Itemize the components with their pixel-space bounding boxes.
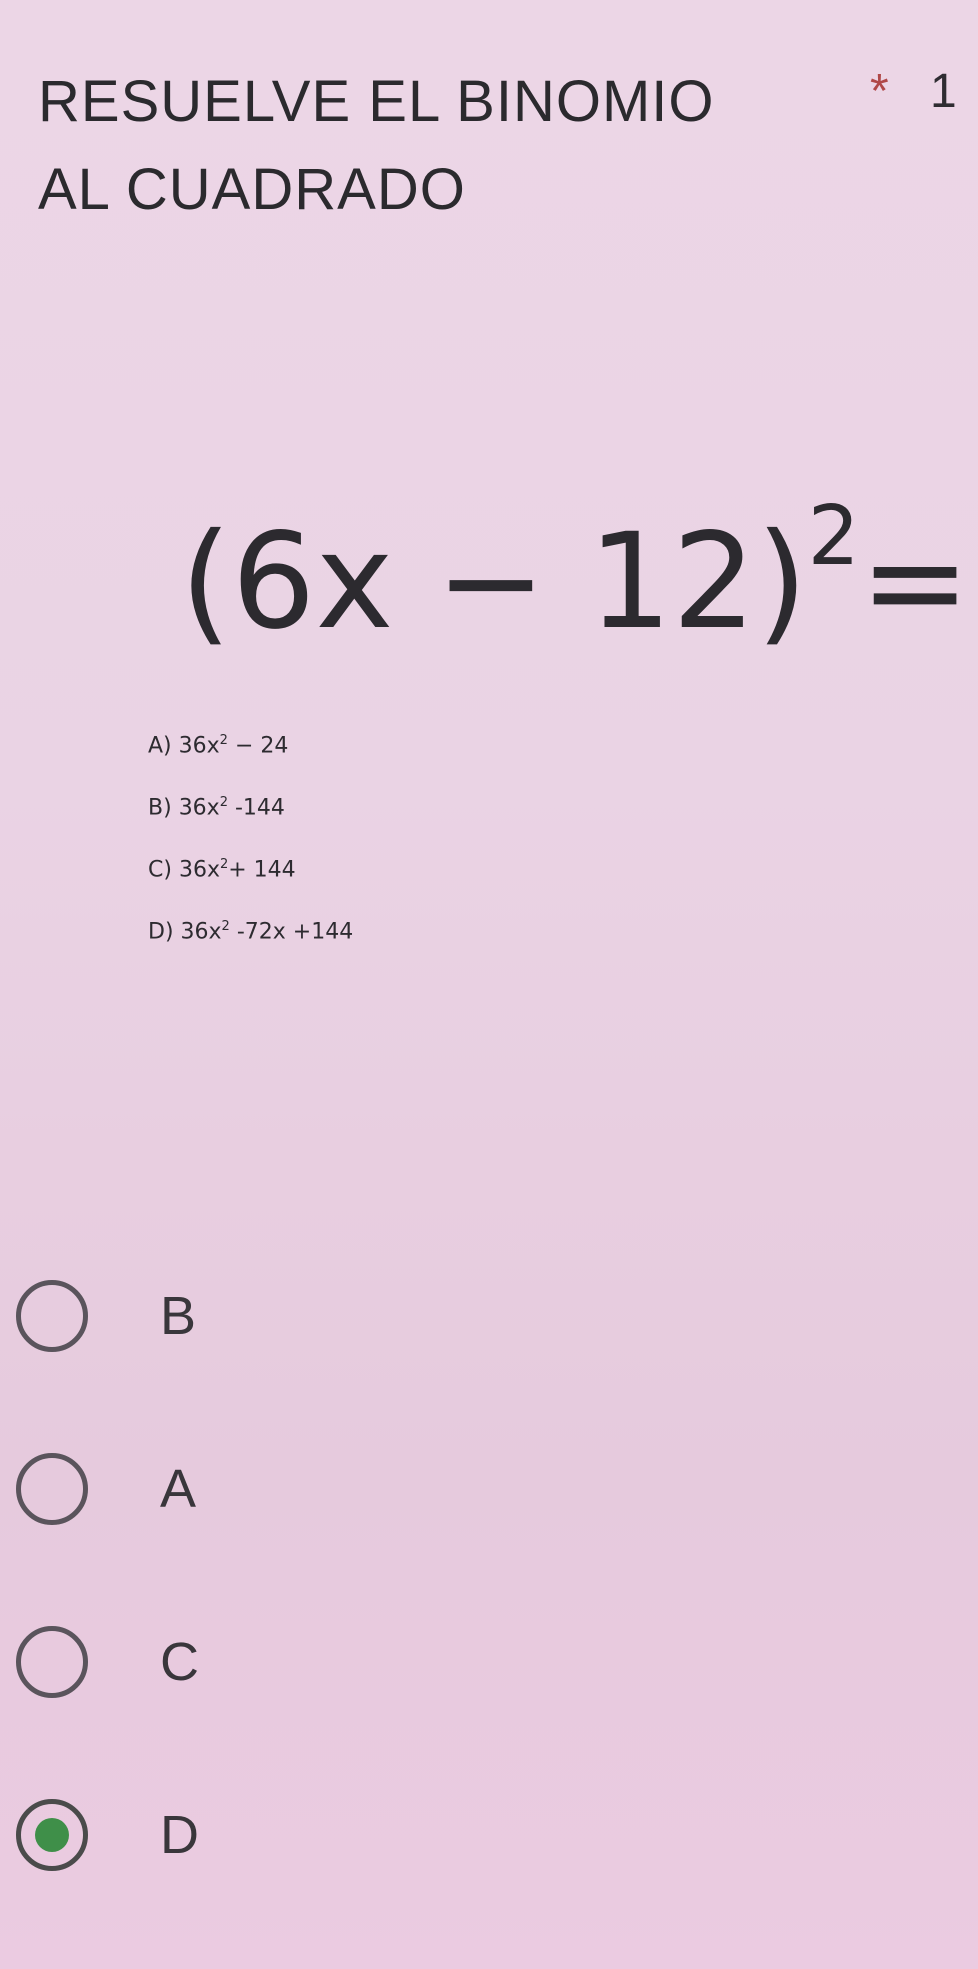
equation-exponent: 2: [807, 489, 860, 584]
points-value: 1: [930, 65, 957, 118]
choice-prefix: C): [148, 857, 172, 883]
radio-option-d[interactable]: D: [16, 1787, 416, 1883]
choice-line-d: D) 36x2 -72x +144: [148, 896, 353, 958]
choice-tail: -72x +144: [236, 919, 354, 945]
radio-option-b[interactable]: B: [16, 1268, 416, 1364]
choice-exponent: 2: [221, 919, 230, 934]
choice-tail: -144: [234, 795, 285, 821]
choice-line-c: C) 36x2+ 144: [148, 834, 353, 896]
choice-exponent: 2: [219, 857, 229, 872]
choice-lead: 36x: [178, 795, 220, 821]
equation: (6x − 12)2=: [180, 470, 970, 667]
choice-prefix: D): [148, 919, 174, 945]
choice-lead: 36x: [180, 919, 222, 945]
radio-label: D: [160, 1805, 199, 1865]
choice-tail: + 144: [228, 857, 296, 883]
question-title: RESUELVE EL BINOMIO AL CUADRADO: [38, 69, 715, 222]
choice-exponent: 2: [219, 795, 228, 810]
radio-label: C: [160, 1632, 199, 1692]
choice-lead: 36x: [178, 857, 220, 883]
required-asterisk: *: [870, 65, 889, 118]
choice-lead: 36x: [178, 733, 220, 759]
choice-tail: − 24: [234, 733, 289, 759]
equation-suffix: =: [859, 505, 971, 659]
radio-option-a[interactable]: A: [16, 1441, 416, 1537]
choice-prefix: B): [148, 795, 172, 821]
choice-exponent: 2: [219, 733, 228, 748]
radio-selected-dot: [35, 1818, 69, 1852]
choice-prefix: A): [148, 733, 172, 759]
radio-button-selected[interactable]: [16, 1799, 88, 1871]
radio-option-c[interactable]: C: [16, 1614, 416, 1710]
radio-label: A: [160, 1459, 197, 1519]
radio-button[interactable]: [16, 1280, 88, 1352]
equation-base: (6x − 12): [180, 505, 808, 659]
choice-line-a: A) 36x2 − 24: [148, 710, 353, 772]
choice-list: A) 36x2 − 24 B) 36x2 -144 C) 36x2+ 144 D…: [148, 710, 353, 958]
radio-button[interactable]: [16, 1626, 88, 1698]
choice-line-b: B) 36x2 -144: [148, 772, 353, 834]
radio-label: B: [160, 1286, 197, 1346]
radio-button[interactable]: [16, 1453, 88, 1525]
